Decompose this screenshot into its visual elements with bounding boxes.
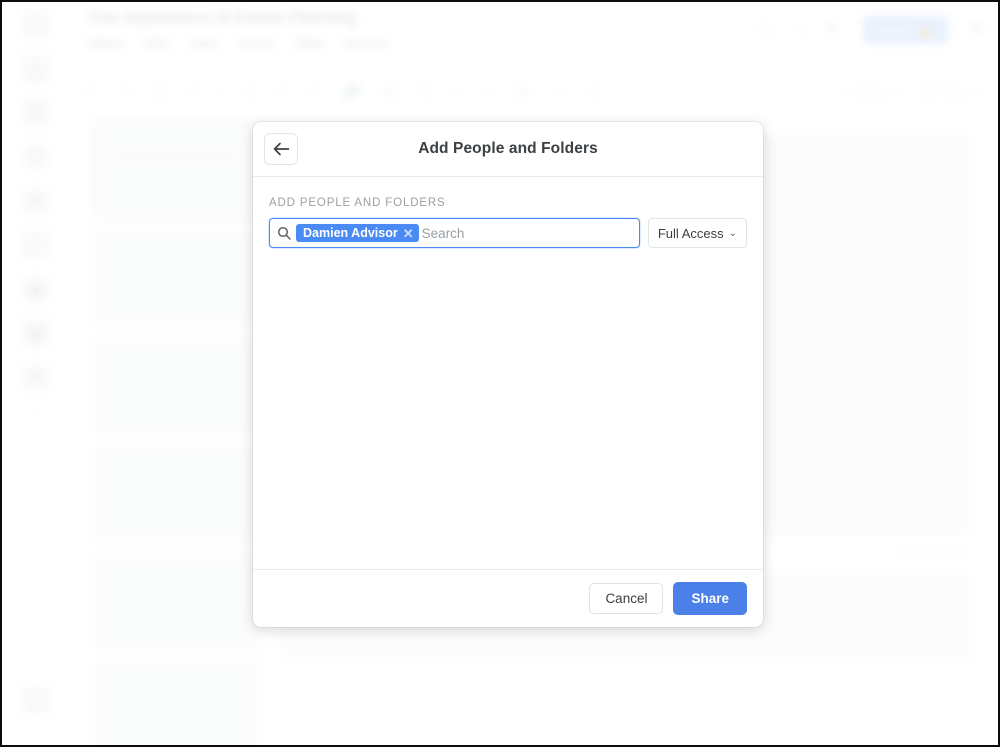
dialog-header: Add People and Folders: [253, 122, 763, 177]
person-chip[interactable]: Damien Advisor ✕: [296, 224, 419, 242]
dialog-body: ADD PEOPLE AND FOLDERS Damien Advisor ✕: [253, 177, 763, 569]
dialog-title: Add People and Folders: [418, 140, 598, 157]
people-picker-row: Damien Advisor ✕ Full Access ⌄: [269, 218, 747, 248]
section-label: ADD PEOPLE AND FOLDERS: [269, 197, 446, 209]
back-arrow-icon[interactable]: [264, 133, 298, 165]
app-window: ○ ▯ ☰ △ ● ✓ ◉ ▦ ● ▢ The Importance of Es…: [0, 0, 1000, 747]
people-search-box[interactable]: Damien Advisor ✕: [269, 218, 640, 248]
search-icon: [277, 226, 291, 240]
close-icon[interactable]: ✕: [403, 227, 414, 240]
access-level-dropdown[interactable]: Full Access ⌄: [647, 218, 747, 248]
dialog-footer: Cancel Share: [253, 569, 763, 627]
add-people-and-folders-dialog: Add People and Folders ADD PEOPLE AND FO…: [253, 122, 763, 627]
search-input[interactable]: [419, 225, 633, 241]
chevron-down-icon: ⌄: [728, 227, 737, 239]
person-chip-label: Damien Advisor: [303, 226, 398, 240]
cancel-button[interactable]: Cancel: [589, 583, 664, 614]
share-button[interactable]: Share: [673, 582, 747, 615]
access-level-label: Full Access: [657, 225, 724, 241]
